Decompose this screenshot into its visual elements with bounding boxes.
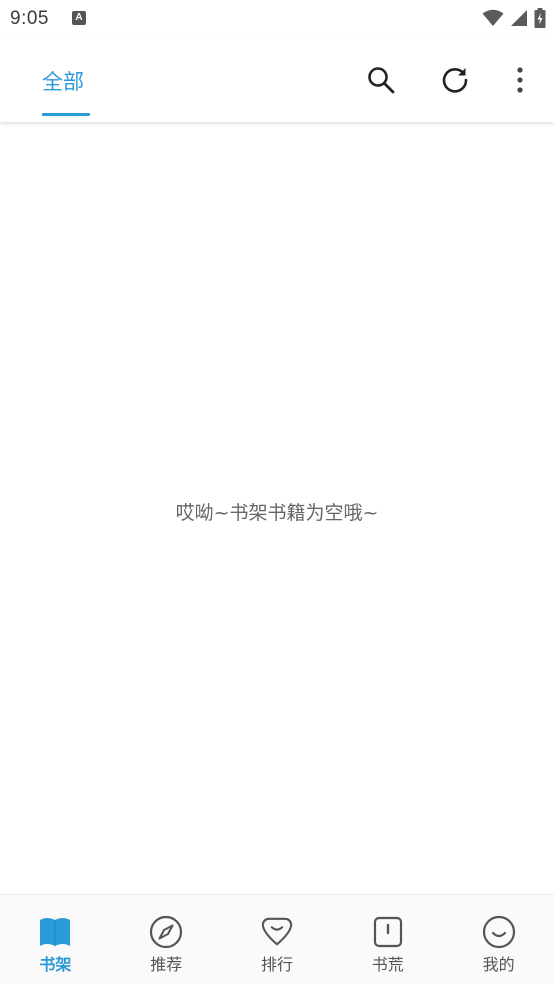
more-vert-icon [517,67,523,93]
nav-label: 书架 [39,955,72,974]
status-bar: 9:05 A [0,0,554,38]
nav-label: 推荐 [150,955,183,974]
status-indicators [482,8,546,28]
nav-item-ranking[interactable]: 排行 [222,895,333,984]
book-icon [40,918,71,946]
signal-icon [511,10,527,26]
tab-all[interactable]: 全部 [42,66,84,96]
nav-label: 排行 [260,955,293,974]
tab-indicator [42,113,90,116]
nav-item-profile[interactable]: 我的 [443,895,554,984]
nav-item-bookshelf[interactable]: 书架 [0,895,111,984]
nav-item-recommend[interactable]: 推荐 [111,895,222,984]
more-options-button[interactable] [504,64,536,96]
empty-message: 哎呦~书架书籍为空哦~ [175,502,379,524]
nav-item-booklack[interactable]: 书荒 [332,895,443,984]
notification-icon: A [72,11,86,25]
wifi-icon [482,9,504,26]
search-button[interactable] [365,64,397,96]
compass-icon [150,915,183,949]
status-time: 9:05 [10,8,49,29]
nav-label: 我的 [482,955,515,974]
nav-label: 书荒 [371,955,404,974]
notebook-icon [373,916,402,948]
refresh-icon [442,68,468,93]
bottom-navigation: 书架 推荐 排行 书荒 我的 [0,894,554,984]
smile-icon [482,915,515,949]
battery-icon [534,8,546,28]
search-icon [368,67,395,94]
refresh-button[interactable] [439,64,471,96]
bookshelf-content: 哎呦~书架书籍为空哦~ [0,122,554,894]
top-app-bar: 全部 [0,38,554,122]
heart-shield-icon [261,917,293,946]
